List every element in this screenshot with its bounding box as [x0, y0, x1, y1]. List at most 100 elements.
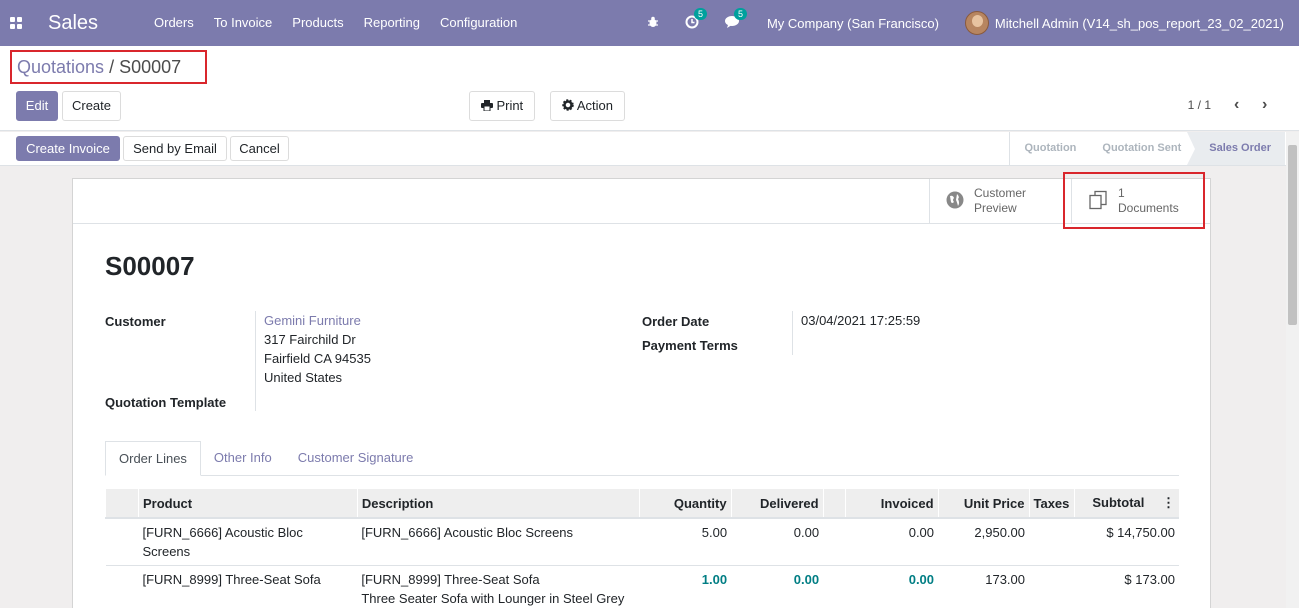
quotation-template-label: Quotation Template	[105, 395, 227, 410]
table-row[interactable]: [FURN_6666] Acoustic Bloc Screens [FURN_…	[105, 517, 1179, 566]
customer-preview-line1: Customer	[974, 186, 1027, 200]
cell-delivered[interactable]: 0.00	[731, 565, 824, 608]
column-header-quantity[interactable]: Quantity	[638, 489, 732, 519]
table-header-row: Product Description Quantity Delivered I…	[105, 489, 1179, 519]
row-handle	[105, 517, 139, 566]
cell-subtotal: $ 14,750.00	[1074, 517, 1179, 566]
message-count-badge: 5	[733, 7, 747, 20]
order-reference-title: S00007	[105, 251, 195, 281]
tab-order-lines[interactable]: Order Lines	[105, 441, 201, 476]
tab-customer-signature[interactable]: Customer Signature	[285, 441, 427, 475]
table-row[interactable]: [FURN_8999] Three-Seat Sofa [FURN_8999] …	[105, 565, 1179, 608]
column-header-subtotal[interactable]: Subtotal ⋮	[1074, 489, 1179, 519]
column-header-description[interactable]: Description	[356, 489, 640, 519]
documents-highlight-box	[1063, 172, 1205, 229]
optional-columns-kebab-icon[interactable]: ⋮	[1162, 495, 1175, 510]
form-sheet: Customer Preview 1 Documents S00007 Cust…	[72, 178, 1211, 608]
menu-item-products[interactable]: Products	[282, 0, 353, 46]
activity-count-badge: 5	[693, 7, 707, 20]
create-button[interactable]: Create	[62, 91, 121, 121]
cell-unit-price[interactable]: 173.00	[938, 565, 1029, 608]
cell-spacer	[823, 565, 846, 608]
cell-spacer	[823, 517, 846, 566]
activity-clock-icon[interactable]: 5	[685, 7, 707, 32]
pager-value[interactable]: 1 / 1	[1188, 98, 1211, 112]
customer-address-line2: Fairfield CA 94535	[264, 351, 371, 366]
column-header-invoiced[interactable]: Invoiced	[844, 489, 939, 519]
scrollbar-thumb[interactable]	[1288, 145, 1297, 325]
payment-terms-label: Payment Terms	[642, 338, 738, 353]
edit-button[interactable]: Edit	[16, 91, 58, 121]
cell-invoiced[interactable]: 0.00	[845, 565, 939, 608]
customer-label: Customer	[105, 314, 166, 329]
tab-other-info[interactable]: Other Info	[201, 441, 285, 475]
cell-taxes[interactable]	[1029, 565, 1075, 608]
stage-quotation-sent[interactable]: Quotation Sent	[1090, 132, 1195, 165]
action-button[interactable]: Action	[550, 91, 625, 121]
customer-name-link[interactable]: Gemini Furniture	[264, 311, 361, 330]
cell-invoiced[interactable]: 0.00	[845, 517, 939, 566]
breadcrumb: Quotations / S00007	[10, 50, 207, 84]
debug-bug-icon[interactable]	[647, 15, 659, 31]
cell-subtotal: $ 173.00	[1074, 565, 1179, 608]
notebook-tabs: Order Lines Other Info Customer Signatur…	[105, 441, 1179, 476]
column-header-product[interactable]: Product	[137, 489, 358, 519]
column-header-spacer	[822, 489, 846, 519]
column-header-taxes[interactable]: Taxes	[1028, 489, 1075, 519]
control-panel: Quotations / S00007 Edit Create Print Ac…	[0, 46, 1299, 131]
row-handle	[105, 565, 139, 608]
subtotal-header-label: Subtotal	[1092, 495, 1145, 510]
cell-quantity[interactable]: 5.00	[639, 517, 732, 566]
order-date-value: 03/04/2021 17:25:59	[801, 313, 921, 328]
cell-product[interactable]: [FURN_8999] Three-Seat Sofa	[138, 565, 358, 608]
cell-product[interactable]: [FURN_6666] Acoustic Bloc Screens	[138, 517, 358, 566]
cell-delivered[interactable]: 0.00	[731, 517, 824, 566]
order-date-label: Order Date	[642, 314, 710, 329]
order-lines-table: Product Description Quantity Delivered I…	[105, 489, 1179, 608]
status-bar: Create Invoice Send by Email Cancel Quot…	[0, 132, 1299, 166]
user-menu[interactable]: Mitchell Admin (V14_sh_pos_report_23_02_…	[995, 16, 1284, 31]
apps-menu-icon[interactable]	[0, 0, 32, 46]
cell-description[interactable]: [FURN_8999] Three-Seat Sofa Three Seater…	[357, 565, 640, 608]
menu-item-orders[interactable]: Orders	[144, 0, 204, 46]
stage-pipeline: Quotation Quotation Sent Sales Order	[1009, 132, 1285, 165]
cell-quantity[interactable]: 1.00	[639, 565, 732, 608]
breadcrumb-separator: /	[104, 57, 120, 77]
cell-unit-price[interactable]: 2,950.00	[938, 517, 1029, 566]
stage-quotation[interactable]: Quotation	[1010, 132, 1090, 165]
print-icon	[480, 98, 497, 113]
customer-preview-button[interactable]: Customer Preview	[929, 179, 1071, 223]
pager-next-icon[interactable]: ›	[1262, 96, 1267, 114]
top-navbar: Sales Orders To Invoice Products Reporti…	[0, 0, 1299, 46]
cell-taxes[interactable]	[1029, 517, 1075, 566]
company-switcher[interactable]: My Company (San Francisco)	[767, 16, 939, 31]
cell-description[interactable]: [FURN_6666] Acoustic Bloc Screens	[357, 517, 640, 566]
send-by-email-button[interactable]: Send by Email	[123, 136, 227, 161]
messaging-chat-icon[interactable]: 5	[724, 7, 747, 32]
cancel-button[interactable]: Cancel	[230, 136, 289, 161]
customer-address-line3: United States	[264, 370, 343, 385]
menu-item-configuration[interactable]: Configuration	[430, 0, 527, 46]
order-date-divider	[792, 311, 793, 355]
row-handle-header	[105, 489, 139, 519]
pager-previous-icon[interactable]: ‹	[1234, 96, 1239, 114]
customer-field-divider	[255, 311, 256, 411]
menu-item-to-invoice[interactable]: To Invoice	[204, 0, 283, 46]
breadcrumb-quotations-link[interactable]: Quotations	[17, 57, 104, 77]
menu-item-reporting[interactable]: Reporting	[354, 0, 430, 46]
print-label: Print	[496, 98, 524, 113]
description-line1: [FURN_8999] Three-Seat Sofa	[361, 572, 540, 587]
action-label: Action	[576, 98, 614, 113]
create-invoice-button[interactable]: Create Invoice	[16, 136, 120, 161]
app-name[interactable]: Sales	[48, 12, 144, 35]
gear-icon	[562, 98, 577, 113]
user-avatar[interactable]	[964, 11, 989, 35]
stage-sales-order[interactable]: Sales Order	[1187, 132, 1285, 165]
globe-icon	[946, 191, 964, 212]
customer-address-line1: 317 Fairchild Dr	[264, 332, 356, 347]
breadcrumb-current: S00007	[119, 57, 182, 77]
print-button[interactable]: Print	[469, 91, 535, 121]
column-header-delivered[interactable]: Delivered	[730, 489, 824, 519]
main-menu: Orders To Invoice Products Reporting Con…	[144, 0, 527, 46]
column-header-unit-price[interactable]: Unit Price	[937, 489, 1029, 519]
